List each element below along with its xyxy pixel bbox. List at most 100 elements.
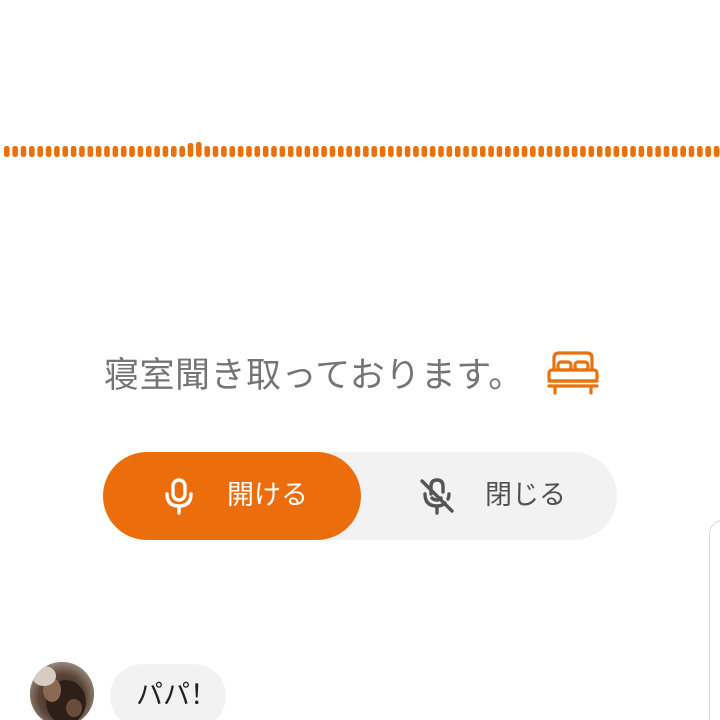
door-toggle: 開ける 閉じる <box>103 452 617 540</box>
bed-icon <box>547 351 599 395</box>
waveform-bar <box>120 146 127 157</box>
open-button-label: 開ける <box>227 480 308 511</box>
waveform-bar <box>630 146 636 157</box>
waveform-bar <box>12 146 18 157</box>
waveform-bar <box>521 146 528 157</box>
close-button[interactable]: 閉じる <box>361 452 617 540</box>
avatar-image <box>30 662 94 720</box>
waveform-bar <box>312 146 319 157</box>
waveform-bar <box>145 146 152 157</box>
waveform-bar <box>37 146 43 157</box>
waveform-bar <box>262 146 269 157</box>
waveform-bar <box>638 146 645 157</box>
waveform-bar <box>4 146 10 157</box>
waveform-bar <box>354 146 361 157</box>
waveform-bar <box>20 146 27 157</box>
waveform-bar <box>279 146 286 157</box>
waveform-bar <box>62 146 69 157</box>
waveform-bar <box>137 146 144 157</box>
status-text: 寝室聞き取っております。 <box>104 356 524 396</box>
waveform-bar <box>254 146 261 157</box>
waveform-bar <box>429 146 436 157</box>
waveform-bar <box>680 146 686 157</box>
waveform-bar <box>171 146 177 157</box>
waveform-bar <box>479 146 486 157</box>
waveform-bar <box>613 146 620 157</box>
waveform-bar <box>379 146 386 157</box>
waveform-bar <box>505 146 511 157</box>
waveform-bar <box>45 146 52 157</box>
waveform-bar <box>54 146 60 157</box>
waveform-bar <box>338 146 344 157</box>
waveform-bar <box>371 146 377 157</box>
user-avatar[interactable] <box>30 662 94 720</box>
waveform-bar <box>304 146 311 157</box>
waveform-bar <box>287 146 294 157</box>
waveform-bar <box>112 146 119 157</box>
waveform-bar <box>663 146 670 157</box>
waveform-bar <box>179 146 185 157</box>
waveform-bar <box>646 146 653 157</box>
waveform-bar <box>546 146 553 157</box>
waveform-bar <box>162 146 169 157</box>
waveform-bar <box>530 146 536 157</box>
waveform-bar <box>187 143 194 157</box>
open-button[interactable]: 開ける <box>103 452 361 540</box>
audio-waveform <box>4 142 720 157</box>
waveform-bar <box>713 146 720 157</box>
waveform-bar <box>129 146 135 157</box>
waveform-bar <box>463 146 469 157</box>
waveform-bar <box>196 142 202 157</box>
waveform-bar <box>29 146 35 157</box>
waveform-bar <box>672 146 678 157</box>
waveform-bar <box>413 146 419 157</box>
waveform-bar <box>212 146 219 157</box>
waveform-bar <box>296 146 302 157</box>
waveform-bar <box>446 146 453 157</box>
waveform-bar <box>496 146 503 157</box>
waveform-bar <box>246 146 252 157</box>
waveform-bar <box>154 146 160 157</box>
waveform-bar <box>79 146 85 157</box>
waveform-bar <box>705 146 711 157</box>
waveform-bar <box>237 146 244 157</box>
waveform-bar <box>104 146 110 157</box>
waveform-bar <box>396 146 403 157</box>
side-panel-edge[interactable] <box>709 520 720 720</box>
microphone-off-icon <box>420 478 454 515</box>
close-button-label: 閉じる <box>485 480 566 511</box>
waveform-bar <box>363 146 369 157</box>
waveform-bar <box>563 146 570 157</box>
waveform-bar <box>321 146 327 157</box>
microphone-icon <box>165 478 193 515</box>
waveform-bar <box>596 146 603 157</box>
waveform-bar <box>580 146 586 157</box>
waveform-bar <box>87 146 94 157</box>
waveform-bar <box>221 146 227 157</box>
listening-status: 寝室聞き取っております。 <box>104 348 624 404</box>
waveform-bar <box>471 146 478 157</box>
waveform-bar <box>538 146 544 157</box>
waveform-bar <box>621 146 628 157</box>
waveform-bar <box>95 146 102 157</box>
waveform-bar <box>271 146 277 157</box>
waveform-bar <box>605 146 611 157</box>
waveform-bar <box>655 146 661 157</box>
waveform-bar <box>204 146 210 157</box>
waveform-bar <box>329 146 336 157</box>
message-bubble: パパ！ <box>110 664 226 720</box>
waveform-bar <box>488 146 494 157</box>
waveform-bar <box>588 146 595 157</box>
waveform-bar <box>438 146 444 157</box>
waveform-bar <box>513 146 519 157</box>
waveform-bar <box>688 146 695 157</box>
waveform-bar <box>229 146 236 157</box>
waveform-bar <box>555 146 561 157</box>
waveform-bar <box>404 146 411 157</box>
waveform-bar <box>388 146 394 157</box>
message-text: パパ！ <box>136 680 217 711</box>
waveform-bar <box>454 146 461 157</box>
app-screen: 寝室聞き取っております。 開ける 閉じる パパ！ <box>0 0 720 720</box>
waveform-bar <box>697 146 703 157</box>
waveform-bar <box>70 146 77 157</box>
